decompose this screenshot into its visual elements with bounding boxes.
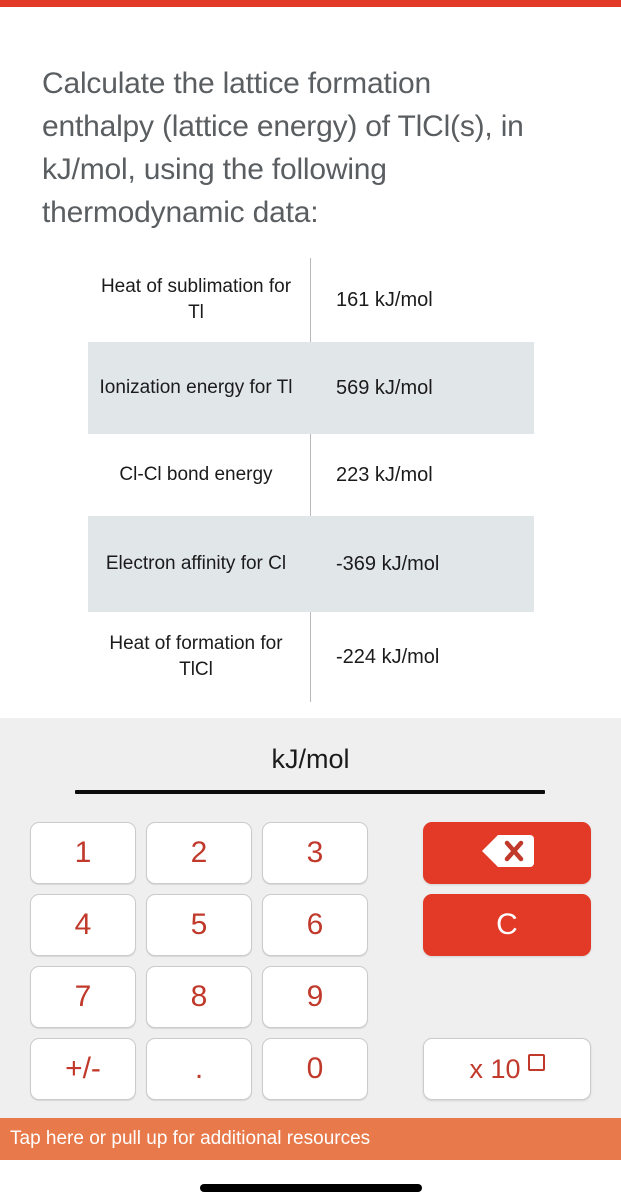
table-row: Ionization energy for Tl 569 kJ/mol	[88, 342, 534, 434]
table-cell-label: Cl-Cl bond energy	[119, 464, 273, 485]
top-accent-strip	[0, 0, 621, 7]
key-9[interactable]: 9	[262, 966, 368, 1028]
table-row: Heat of formation for TlCl -224 kJ/mol	[88, 612, 534, 702]
table-cell-value: -369 kJ/mol	[336, 553, 440, 575]
thermodynamic-data-table: Heat of sublimation for Tl 161 kJ/mol Io…	[88, 258, 534, 702]
action-spacer	[423, 966, 591, 1028]
keypad-row: 7 8 9	[30, 966, 370, 1028]
exponent-label: x 10	[469, 1053, 521, 1084]
numeric-keypad: 1 2 3 4 5 6 7 8 9 +/- . 0	[30, 822, 370, 1110]
home-indicator	[199, 1184, 422, 1192]
keypad-row: +/- . 0	[30, 1038, 370, 1100]
table-cell-value: 569 kJ/mol	[336, 377, 433, 399]
table-row: Heat of sublimation for Tl 161 kJ/mol	[88, 258, 534, 342]
table-cell-label: Electron affinity for Cl	[105, 553, 287, 574]
table-cell-value: 223 kJ/mol	[336, 464, 433, 486]
key-3[interactable]: 3	[262, 822, 368, 884]
clear-button[interactable]: C	[423, 894, 591, 956]
key-0[interactable]: 0	[262, 1038, 368, 1100]
action-buttons: C x 10	[423, 822, 591, 1110]
table-cell-value: 161 kJ/mol	[336, 289, 433, 311]
additional-resources-bar[interactable]: Tap here or pull up for additional resou…	[0, 1118, 621, 1160]
key-plus-minus[interactable]: +/-	[30, 1038, 136, 1100]
answer-input-underline	[75, 790, 545, 794]
backspace-button[interactable]	[423, 822, 591, 884]
table-row: Electron affinity for Cl -369 kJ/mol	[88, 516, 534, 612]
table-cell-label: Ionization energy for Tl	[99, 377, 293, 398]
keypad-row: 4 5 6	[30, 894, 370, 956]
table-cell-label: Heat of sublimation for Tl	[100, 276, 292, 323]
key-decimal-point[interactable]: .	[146, 1038, 252, 1100]
answer-area: kJ/mol	[0, 718, 621, 796]
keypad-row: 1 2 3	[30, 822, 370, 884]
app-root: Calculate the lattice formation enthalpy…	[0, 0, 621, 1200]
exponent-button[interactable]: x 10	[423, 1038, 591, 1100]
table-cell-value: -224 kJ/mol	[336, 646, 440, 668]
key-6[interactable]: 6	[262, 894, 368, 956]
answer-unit-label: kJ/mol	[271, 744, 350, 774]
key-2[interactable]: 2	[146, 822, 252, 884]
backspace-icon	[480, 833, 534, 874]
additional-resources-label: Tap here or pull up for additional resou…	[10, 1128, 371, 1149]
key-1[interactable]: 1	[30, 822, 136, 884]
empty-square-icon	[527, 1053, 545, 1071]
key-5[interactable]: 5	[146, 894, 252, 956]
key-7[interactable]: 7	[30, 966, 136, 1028]
question-text: Calculate the lattice formation enthalpy…	[42, 67, 524, 229]
key-8[interactable]: 8	[146, 966, 252, 1028]
table-row: Cl-Cl bond energy 223 kJ/mol	[88, 434, 534, 516]
table-cell-label: Heat of formation for TlCl	[109, 633, 283, 680]
key-4[interactable]: 4	[30, 894, 136, 956]
